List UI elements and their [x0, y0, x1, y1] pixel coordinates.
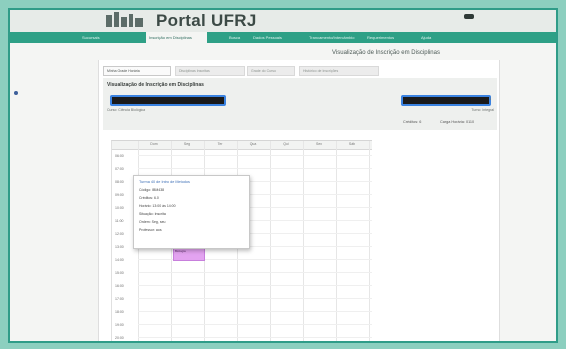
app-window: Portal UFRJ Sucursais Inscrição em Disci…: [8, 8, 558, 343]
time-label: 19:00: [115, 323, 124, 327]
credits-value: Créditos: 6: [403, 120, 422, 124]
info-side-mark: 1: [489, 96, 492, 101]
tab-grade-curso[interactable]: Grade do Curso: [247, 66, 295, 76]
redacted-student-id: [401, 95, 491, 106]
ufrj-logo: [106, 12, 148, 30]
time-label: 20:00: [115, 336, 124, 340]
top-header: Portal UFRJ: [10, 10, 556, 32]
shift-label: Turno: Integral: [471, 108, 494, 112]
portal-brand: Portal UFRJ: [156, 11, 257, 30]
event-tooltip: Turma 40 de Intro de Metodos Código: IBM…: [133, 175, 250, 249]
day-column: [369, 141, 370, 341]
main-content: Minha Grade Horária Disciplinas Inscrita…: [98, 60, 500, 341]
hour-line: [138, 324, 372, 325]
day-label: Sex: [315, 142, 323, 146]
time-label: 07:00: [115, 167, 124, 171]
workload-value: Carga Horária: 0110: [440, 120, 475, 124]
day-column: [336, 141, 337, 341]
time-label: 06:00: [115, 154, 124, 158]
hour-line: [138, 155, 372, 156]
redacted-student-name: [110, 95, 226, 106]
time-label: 17:00: [115, 297, 124, 301]
day-column: [270, 141, 271, 341]
day-label: Qui: [283, 142, 289, 146]
main-navbar: Sucursais Inscrição em Disciplinas Busca…: [10, 32, 556, 43]
time-label: 18:00: [115, 310, 124, 314]
nav-busca[interactable]: Busca: [228, 32, 247, 43]
hour-line: [138, 272, 372, 273]
tooltip-line: Situação: Inscrita: [139, 212, 166, 216]
nav-ajuda[interactable]: Ajuda: [420, 32, 441, 43]
tooltip-line: Professor: aos: [139, 228, 162, 232]
panel-title: Visualização de Inscrição em Disciplinas: [107, 82, 204, 88]
nav-trancamento[interactable]: Trancamento/Intercâmbio: [308, 32, 359, 43]
hour-line: [138, 168, 372, 169]
nav-dados-pessoais[interactable]: Dados Pessoais: [252, 32, 293, 43]
tooltip-line: Créditos: 6.0: [139, 196, 159, 200]
tooltip-title: Turma 40 de Intro de Metodos: [139, 180, 190, 184]
hour-line: [138, 337, 372, 338]
tab-grade-horaria[interactable]: Minha Grade Horária: [103, 66, 171, 76]
nav-sucursais[interactable]: Sucursais: [80, 32, 118, 43]
hour-line: [138, 311, 372, 312]
tooltip-line: Ordem: Seg, seu: [139, 220, 166, 224]
tab-disciplinas-inscritas[interactable]: Disciplinas Inscritas: [175, 66, 245, 76]
day-column: [303, 141, 304, 341]
day-label: Seg: [183, 142, 191, 146]
day-label: Qua: [249, 142, 257, 146]
sidebar-toggle-icon[interactable]: [14, 91, 18, 95]
nav-requerimentos[interactable]: Requerimentos: [366, 32, 411, 43]
tooltip-line: Código: IBM438: [139, 188, 165, 192]
nav-inscricao[interactable]: Inscrição em Disciplinas: [146, 32, 207, 43]
day-label: Ter: [217, 142, 223, 146]
time-label: 14:00: [115, 258, 124, 262]
tooltip-line: Horário: 13:00 às 14:00: [139, 204, 176, 208]
day-label: Sáb: [348, 142, 356, 146]
hour-line: [138, 298, 372, 299]
user-menu-icon[interactable]: [464, 14, 474, 19]
time-label: 16:00: [115, 284, 124, 288]
course-name: Curso: Ciência Biológica: [107, 108, 146, 112]
hour-line: [138, 285, 372, 286]
page-heading: Visualização de Inscrição em Disciplinas: [332, 50, 440, 56]
day-label: Dom: [150, 142, 158, 146]
time-label: 15:00: [115, 271, 124, 275]
student-info-panel: Visualização de Inscrição em Disciplinas…: [103, 78, 497, 130]
schedule-event[interactable]: Biologia: [173, 247, 205, 261]
tab-historico-inscricoes[interactable]: Histórico de Inscrições: [299, 66, 379, 76]
